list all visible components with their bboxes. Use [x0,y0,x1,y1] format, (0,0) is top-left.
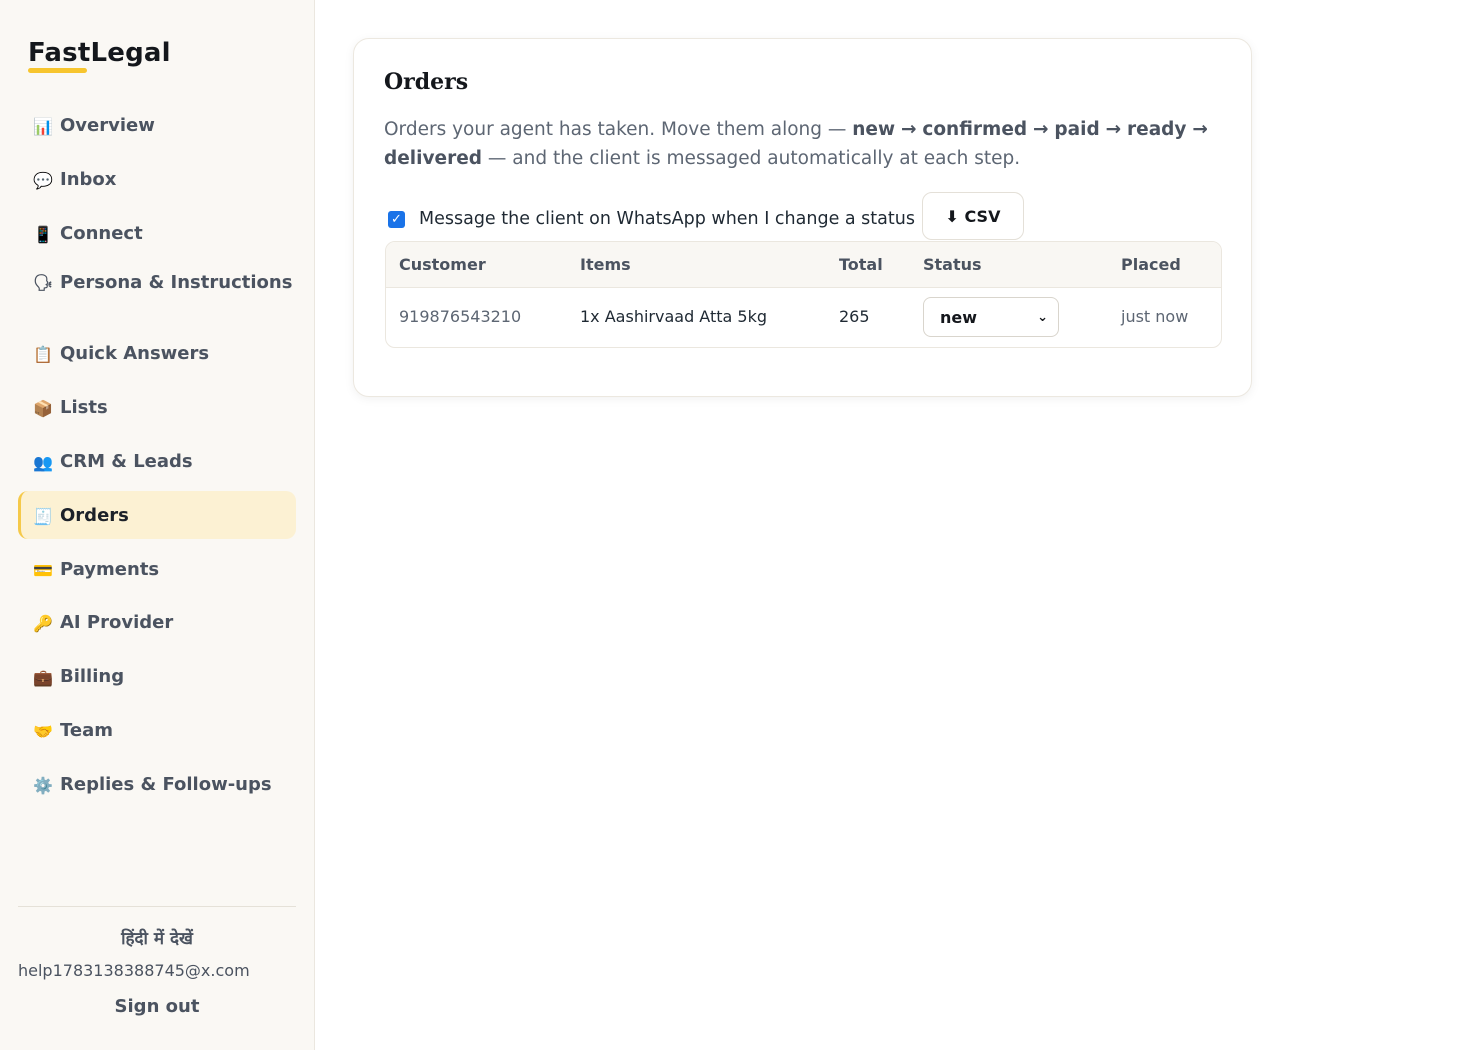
language-switch-link[interactable]: हिंदी में देखें [18,926,296,949]
orders-card: Orders Orders your agent has taken. Move… [353,38,1252,397]
step-ready: ready [1127,119,1187,140]
people-icon: 👥 [33,452,53,472]
desc-suffix: — and the client is messaged automatical… [482,148,1021,169]
table-header: Customer Items Total Status Placed [386,242,1221,288]
sidebar-item-ai-provider[interactable]: 🔑 AI Provider [18,598,296,646]
sidebar-item-crm[interactable]: 👥 CRM & Leads [18,437,296,485]
account-email: help1783138388745@x.com [18,961,250,980]
key-icon: 🔑 [33,614,53,634]
sidebar: FastLegal 📊 Overview 💬 Inbox 📱 Connect 🗣… [0,0,315,1050]
whatsapp-notify-row: ✓ Message the client on WhatsApp when I … [388,209,915,229]
step-arrow: → [1033,119,1049,140]
cell-total: 265 [839,307,870,326]
cell-placed: just now [1121,307,1189,326]
step-arrow: → [1192,119,1208,140]
chevron-down-icon: ⌄ [1037,309,1048,325]
sidebar-item-label: Connect [60,222,143,244]
sidebar-item-inbox[interactable]: 💬 Inbox [18,155,296,203]
orders-description: Orders your agent has taken. Move them a… [384,115,1234,173]
step-confirmed: confirmed [922,119,1028,140]
sidebar-item-label: Billing [60,666,125,688]
sidebar-item-lists[interactable]: 📦 Lists [18,383,296,431]
sidebar-item-connect[interactable]: 📱 Connect [18,209,296,257]
csv-download-button[interactable]: ⬇ CSV [922,192,1024,240]
chart-icon: 📊 [33,117,53,136]
step-arrow: → [900,119,917,140]
whatsapp-notify-label[interactable]: Message the client on WhatsApp when I ch… [419,209,915,229]
sidebar-item-orders[interactable]: 🧾 Orders [18,490,296,539]
col-customer: Customer [399,255,486,274]
col-items: Items [580,255,631,274]
sidebar-item-label: Inbox [60,168,117,190]
col-total: Total [839,255,883,274]
clipboard-icon: 📋 [33,345,53,365]
sign-out-button[interactable]: Sign out [18,996,296,1017]
orders-table: Customer Items Total Status Placed 91987… [385,241,1222,348]
sidebar-nav: 📊 Overview 💬 Inbox 📱 Connect 🗣 Persona & … [18,101,296,814]
table-row: 919876543210 1x Aashirvaad Atta 5kg 265 … [386,288,1221,347]
brand-underline [28,68,87,73]
speech-bubble-icon: 💬 [33,170,53,190]
sidebar-item-replies[interactable]: ⚙️ Replies & Follow-ups [18,760,296,808]
sidebar-item-label: Lists [60,397,108,419]
step-new: new [852,119,896,140]
col-placed: Placed [1121,255,1181,274]
status-select[interactable]: new ⌄ [923,297,1059,337]
sidebar-item-label: Overview [60,115,155,136]
step-arrow: → [1105,119,1122,140]
cell-items: 1x Aashirvaad Atta 5kg [580,307,768,326]
briefcase-icon: 💼 [33,668,53,688]
step-delivered: delivered [384,148,482,169]
sidebar-item-billing[interactable]: 💼 Billing [18,652,296,700]
page-title: Orders [384,69,469,95]
phone-icon: 📱 [33,224,53,244]
step-paid: paid [1054,119,1100,140]
cell-customer: 919876543210 [399,307,522,326]
sidebar-item-label: Quick Answers [60,343,210,365]
sidebar-item-quick-answers[interactable]: 📋 Quick Answers [18,329,296,377]
sidebar-item-label: CRM & Leads [60,450,193,472]
handshake-icon: 🤝 [33,721,53,741]
sidebar-item-overview[interactable]: 📊 Overview [18,101,296,149]
receipt-icon: 🧾 [33,506,53,526]
sidebar-item-payments[interactable]: 💳 Payments [18,545,296,593]
sidebar-item-label: Persona & Instructions [60,272,293,294]
speaking-head-icon: 🗣 [33,273,54,293]
whatsapp-notify-checkbox[interactable]: ✓ [388,210,405,228]
brand-logo[interactable]: FastLegal [28,38,171,68]
credit-card-icon: 💳 [33,560,53,580]
sidebar-item-label: Team [60,719,113,741]
package-icon: 📦 [33,399,53,419]
sidebar-item-team[interactable]: 🤝 Team [18,706,296,754]
sidebar-item-persona[interactable]: 🗣 Persona & Instructions [18,262,296,316]
sidebar-divider [18,906,296,907]
sidebar-item-label: Replies & Follow-ups [60,773,272,795]
desc-prefix: Orders your agent has taken. Move them a… [384,119,853,140]
gear-icon: ⚙️ [33,775,53,795]
sidebar-item-label: AI Provider [60,612,174,634]
status-selected-value: new [940,307,978,327]
col-status: Status [923,255,982,274]
sidebar-item-label: Orders [60,504,129,526]
sidebar-item-label: Payments [60,558,160,580]
